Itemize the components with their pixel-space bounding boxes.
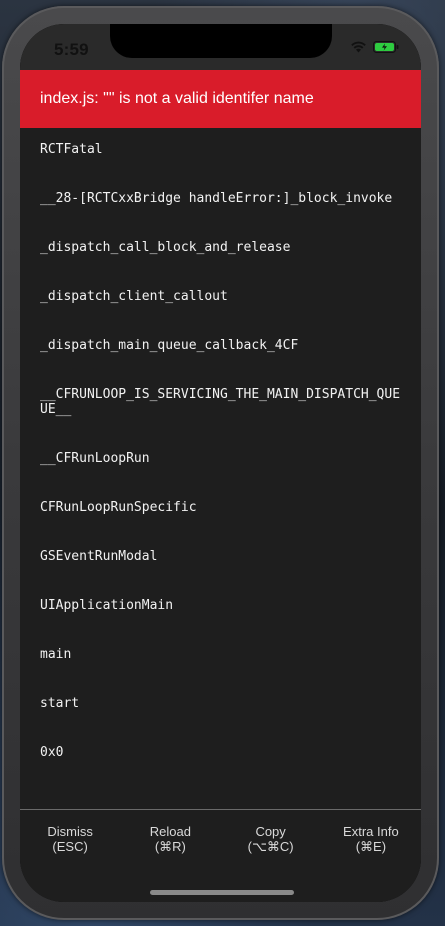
- stack-frame[interactable]: CFRunLoopRunSpecific: [40, 500, 403, 515]
- stack-frame[interactable]: __28-[RCTCxxBridge handleError:]_block_i…: [40, 191, 403, 206]
- status-icons: [350, 41, 399, 53]
- copy-button[interactable]: Copy (⌥⌘C): [221, 810, 321, 902]
- copy-label: Copy: [255, 824, 286, 839]
- stack-frame[interactable]: __CFRunLoopRun: [40, 451, 403, 466]
- extra-info-label: Extra Info: [343, 824, 399, 839]
- battery-charging-icon: [373, 41, 399, 53]
- dismiss-shortcut: (ESC): [52, 839, 88, 854]
- status-bar: 5:59: [20, 24, 421, 70]
- stack-frame[interactable]: _dispatch_client_callout: [40, 289, 403, 304]
- reload-shortcut: (⌘R): [154, 839, 186, 854]
- stack-frame[interactable]: main: [40, 647, 403, 662]
- redbox-error-screen: index.js: "" is not a valid identifer na…: [20, 70, 421, 902]
- redbox-action-bar: Dismiss (ESC) Reload (⌘R) Copy (⌥⌘C) Ext…: [20, 809, 421, 902]
- stack-frame[interactable]: _dispatch_main_queue_callback_4CF: [40, 338, 403, 353]
- reload-button[interactable]: Reload (⌘R): [120, 810, 220, 902]
- extra-info-shortcut: (⌘E): [355, 839, 387, 854]
- dismiss-label: Dismiss: [47, 824, 93, 839]
- reload-label: Reload: [149, 824, 191, 839]
- stack-frame[interactable]: GSEventRunModal: [40, 549, 403, 564]
- device-screen: 5:59 index.js: "" is not a valid identif…: [20, 24, 421, 902]
- extra-info-button[interactable]: Extra Info (⌘E): [321, 810, 421, 902]
- stack-frame[interactable]: __CFRUNLOOP_IS_SERVICING_THE_MAIN_DISPAT…: [40, 387, 403, 417]
- stack-frame[interactable]: 0x0: [40, 745, 403, 760]
- error-message: index.js: "" is not a valid identifer na…: [40, 90, 314, 107]
- error-title-bar: index.js: "" is not a valid identifer na…: [20, 70, 421, 128]
- stack-frame[interactable]: _dispatch_call_block_and_release: [40, 240, 403, 255]
- home-indicator[interactable]: [150, 890, 294, 895]
- iphone-simulator-frame: 5:59 index.js: "" is not a valid identif…: [2, 6, 439, 920]
- stack-frame[interactable]: RCTFatal: [40, 142, 403, 157]
- wifi-icon: [350, 41, 367, 53]
- copy-shortcut: (⌥⌘C): [247, 839, 294, 854]
- device-notch: [110, 24, 332, 58]
- dismiss-button[interactable]: Dismiss (ESC): [20, 810, 120, 902]
- stack-trace-list[interactable]: RCTFatal __28-[RCTCxxBridge handleError:…: [20, 128, 421, 760]
- stack-frame[interactable]: UIApplicationMain: [40, 598, 403, 613]
- stack-frame[interactable]: start: [40, 696, 403, 711]
- status-time: 5:59: [54, 40, 89, 59]
